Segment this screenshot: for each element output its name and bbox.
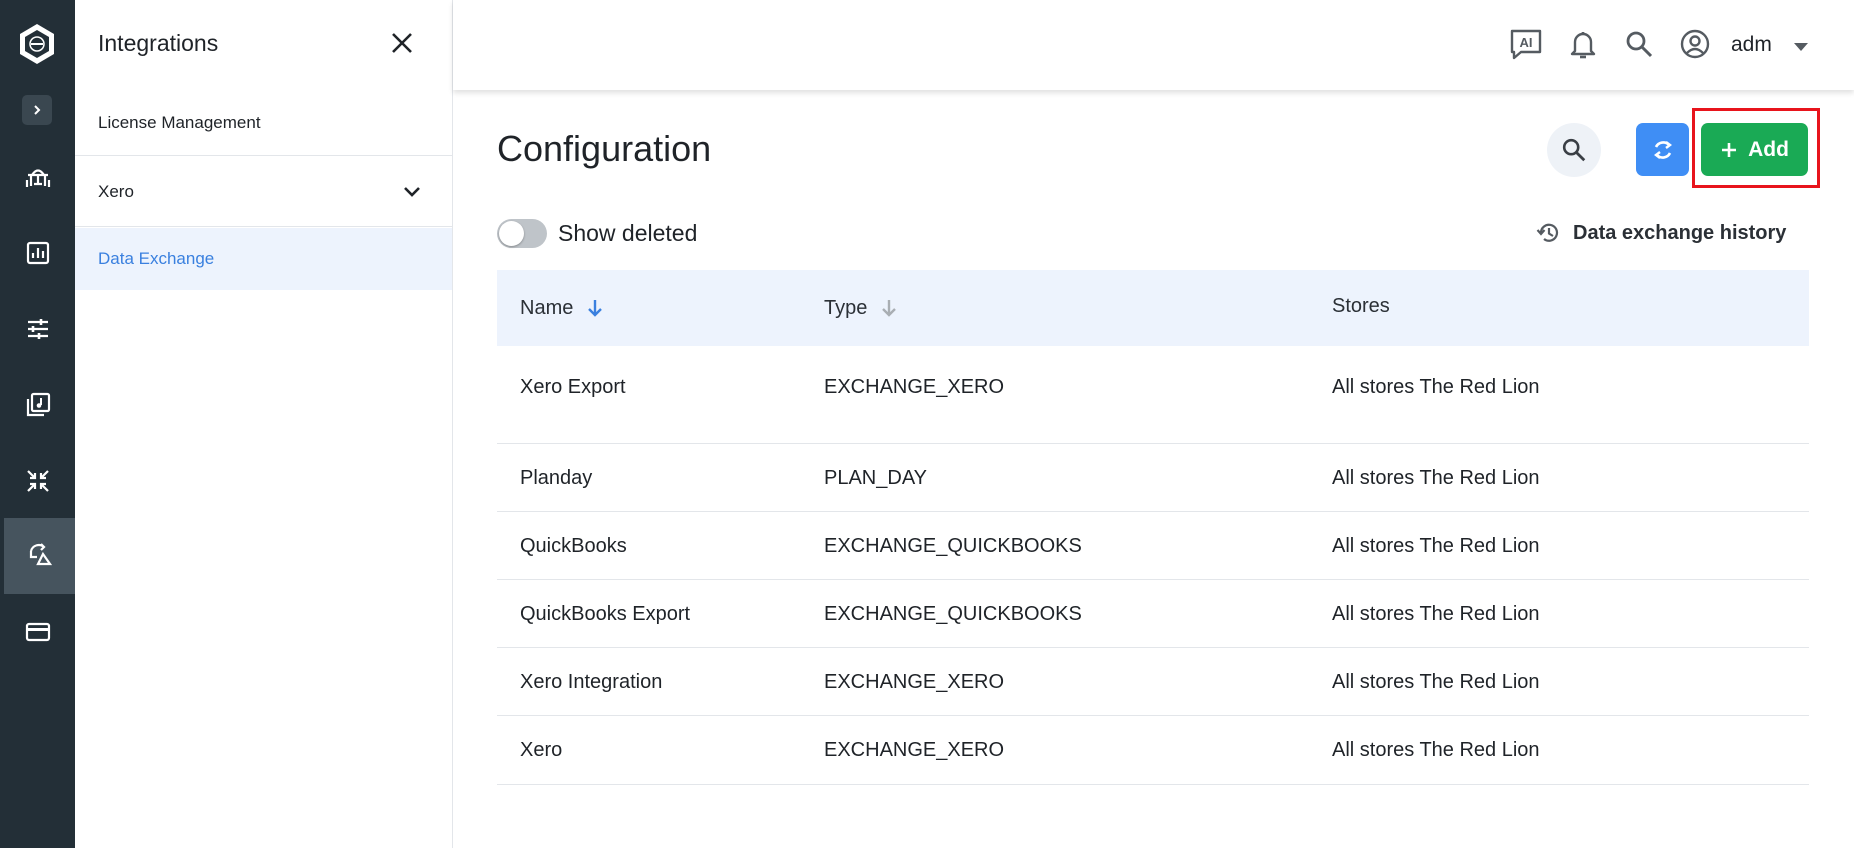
add-button-label: Add — [1748, 137, 1789, 161]
rail-item-integrations[interactable] — [4, 518, 75, 594]
rail-item-menus[interactable] — [0, 367, 75, 443]
chevron-down-icon — [404, 186, 420, 197]
sidebar-title: Integrations — [98, 30, 219, 56]
sidebar-item-label: License Management — [98, 112, 261, 132]
credit-card-icon — [25, 622, 50, 642]
data-exchange-history-link[interactable]: Data exchange history — [1535, 220, 1786, 246]
sidebar-item-xero[interactable]: Xero — [75, 157, 452, 227]
dining-table-icon — [25, 169, 50, 187]
cell-name: Xero Export — [520, 376, 626, 398]
sort-arrow-down-icon — [588, 300, 603, 317]
search-button[interactable] — [1547, 123, 1601, 177]
show-deleted-label: Show deleted — [558, 220, 698, 246]
close-sidebar-button[interactable] — [388, 29, 416, 57]
table-row[interactable]: QuickBooks EXCHANGE_QUICKBOOKS All store… — [497, 512, 1809, 580]
cell-name: QuickBooks — [520, 535, 627, 557]
table-row[interactable]: Xero EXCHANGE_XERO All stores The Red Li… — [497, 716, 1809, 785]
bar-chart-icon — [26, 241, 49, 265]
sort-arrow-down-icon — [882, 300, 897, 317]
cell-type: EXCHANGE_XERO — [824, 376, 1005, 398]
icon-rail — [0, 0, 75, 848]
search-icon — [1562, 138, 1586, 162]
column-header-label: Stores — [1332, 294, 1390, 317]
column-header-type[interactable]: Type — [824, 270, 897, 346]
page-title: Configuration — [497, 128, 712, 169]
table-header: Name Type Stores — [497, 270, 1809, 346]
chevron-right-icon — [34, 105, 41, 115]
cell-type: EXCHANGE_QUICKBOOKS — [824, 603, 1082, 625]
compress-arrows-icon — [26, 470, 49, 492]
top-header: AI adm — [453, 0, 1854, 90]
account-circle-icon[interactable] — [1678, 27, 1712, 61]
show-deleted-toggle[interactable] — [497, 219, 547, 248]
table-row[interactable]: Xero Integration EXCHANGE_XERO All store… — [497, 648, 1809, 716]
column-header-label: Name — [520, 296, 574, 319]
user-name[interactable]: adm — [1731, 33, 1772, 57]
sidebar-item-label: Data Exchange — [98, 249, 215, 268]
plus-icon — [1722, 142, 1737, 157]
cell-type: EXCHANGE_XERO — [824, 739, 1005, 761]
cell-stores: All stores The Red Lion — [1332, 603, 1540, 625]
rail-item-reports[interactable] — [0, 215, 75, 291]
sidebar-item-license-management[interactable]: License Management — [75, 90, 452, 156]
rail-item-dining[interactable] — [0, 139, 75, 215]
cell-name: Xero Integration — [520, 671, 663, 693]
refresh-button[interactable] — [1636, 123, 1689, 176]
close-icon — [392, 33, 412, 53]
rail-item-billing[interactable] — [0, 594, 75, 670]
cell-stores: All stores The Red Lion — [1332, 376, 1540, 398]
search-icon[interactable] — [1622, 27, 1656, 61]
cell-type: PLAN_DAY — [824, 467, 928, 489]
svg-text:AI: AI — [1520, 35, 1533, 50]
cell-stores: All stores The Red Lion — [1332, 535, 1540, 557]
sidebar-item-label: Xero — [98, 181, 134, 201]
rail-item-collapse[interactable] — [0, 443, 75, 519]
cell-name: Planday — [520, 467, 593, 489]
history-label: Data exchange history — [1573, 221, 1787, 244]
add-button[interactable]: Add — [1701, 123, 1808, 176]
cell-type: EXCHANGE_XERO — [824, 671, 1005, 693]
table-row[interactable]: Planday PLAN_DAY All stores The Red Lion — [497, 444, 1809, 512]
integrations-sidebar: Integrations License Management Xero Dat… — [75, 0, 453, 848]
table-row[interactable]: QuickBooks Export EXCHANGE_QUICKBOOKS Al… — [497, 580, 1809, 648]
library-music-icon — [26, 392, 50, 417]
caret-down-icon[interactable] — [1793, 39, 1809, 51]
cell-stores: All stores The Red Lion — [1332, 671, 1540, 693]
sync-icon — [1653, 140, 1672, 159]
configuration-table: Name Type Stores Xero Export EXCHANGE_XE… — [497, 270, 1809, 785]
cell-name: QuickBooks Export — [520, 603, 691, 625]
cell-name: Xero — [520, 739, 563, 761]
integrations-icon — [29, 543, 52, 566]
cell-stores: All stores The Red Lion — [1332, 467, 1540, 489]
history-icon — [1536, 223, 1559, 242]
expand-rail-button[interactable] — [22, 95, 52, 125]
sliders-icon — [27, 319, 48, 339]
bell-icon[interactable] — [1566, 27, 1600, 61]
column-header-label: Type — [824, 296, 868, 319]
cell-stores: All stores The Red Lion — [1332, 739, 1540, 761]
toggle-knob — [499, 221, 524, 246]
app-logo-icon[interactable] — [17, 22, 57, 66]
column-header-stores: Stores — [1332, 270, 1390, 342]
table-row[interactable]: Xero Export EXCHANGE_XERO All stores The… — [497, 346, 1809, 444]
column-header-name[interactable]: Name — [520, 270, 603, 346]
cell-type: EXCHANGE_QUICKBOOKS — [824, 535, 1082, 557]
sidebar-item-data-exchange[interactable]: Data Exchange — [75, 228, 452, 290]
ai-chat-icon[interactable]: AI — [1509, 27, 1543, 61]
rail-item-settings[interactable] — [0, 291, 75, 367]
